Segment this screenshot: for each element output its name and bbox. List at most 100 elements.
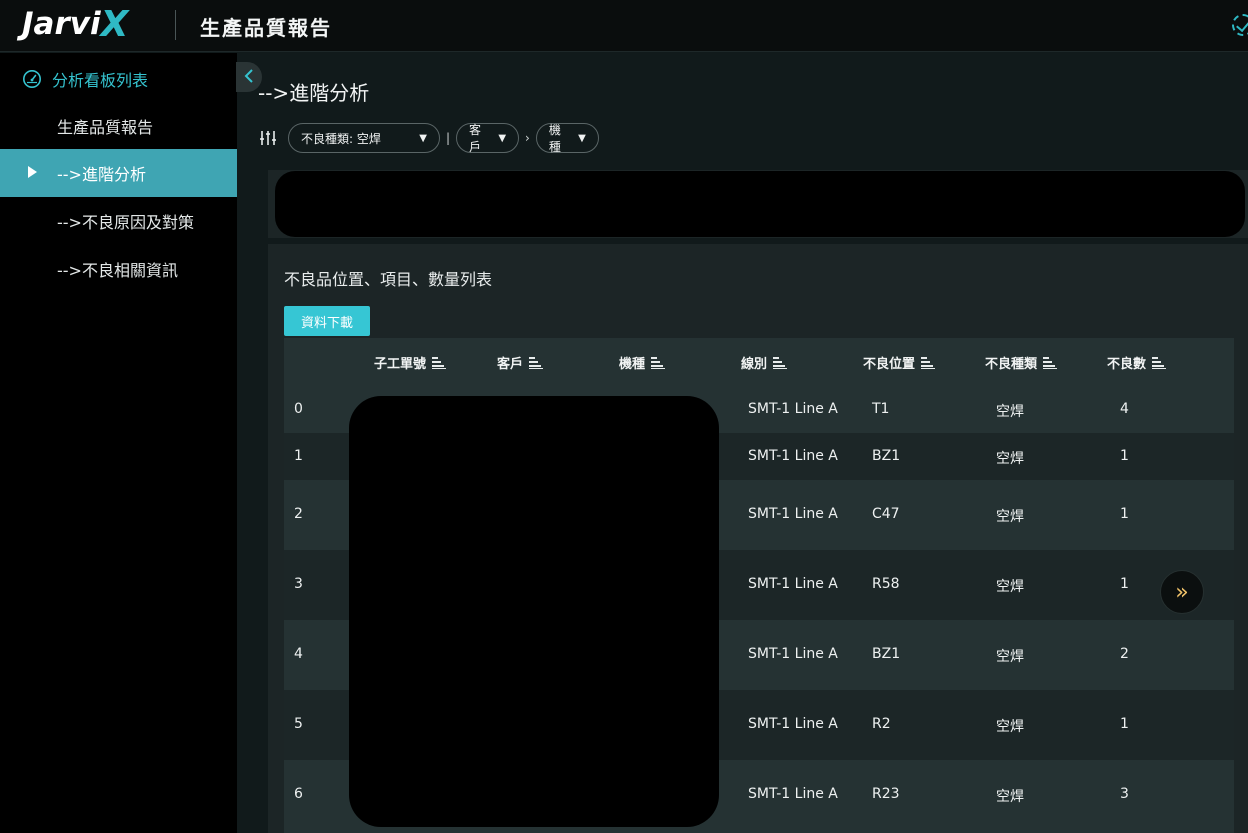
defect-type-filter[interactable]: 不良種類: 空焊 ▼ bbox=[288, 123, 440, 153]
column-header-model[interactable]: 機種 bbox=[619, 353, 666, 372]
column-header-line[interactable]: 線別 bbox=[741, 353, 788, 372]
column-header-label: 客戶 bbox=[497, 357, 524, 372]
cell-position: R23 bbox=[872, 786, 900, 802]
filter-chevron-separator: › bbox=[525, 131, 530, 145]
cell-count: 3 bbox=[1120, 786, 1129, 802]
redacted-block bbox=[349, 396, 719, 827]
sort-icon[interactable] bbox=[432, 356, 447, 369]
cell-defect-type: 空焊 bbox=[996, 451, 1024, 467]
filter-sliders-icon[interactable] bbox=[259, 129, 277, 147]
cell-line: SMT-1 Line A bbox=[748, 646, 838, 662]
customer-filter-label: 客戶 bbox=[469, 123, 482, 154]
cell-count: 4 bbox=[1120, 401, 1129, 417]
sort-icon[interactable] bbox=[773, 356, 788, 369]
model-filter-label: 機種 bbox=[548, 123, 561, 154]
cell-line: SMT-1 Line A bbox=[748, 506, 838, 522]
logo-text: Jarvi bbox=[22, 6, 101, 42]
cell-line: SMT-1 Line A bbox=[748, 401, 838, 417]
double-chevron-right-icon: » bbox=[1175, 579, 1189, 605]
defect-type-filter-label: 不良種類: 空焊 bbox=[301, 131, 381, 146]
cell-count: 2 bbox=[1120, 646, 1129, 662]
sidebar-heading[interactable]: 分析看板列表 bbox=[22, 67, 148, 91]
column-header-label: 不良數 bbox=[1107, 357, 1147, 372]
status-check-icon[interactable] bbox=[1232, 14, 1248, 36]
table-header: 子工單號 客戶 機種 線別 不良位置 不良種類 不良數 bbox=[284, 338, 1234, 386]
page-title: -->進階分析 bbox=[258, 81, 370, 105]
chevron-down-icon: ▼ bbox=[498, 132, 507, 144]
chevron-left-icon bbox=[244, 68, 254, 87]
sidebar-item-advanced-analysis[interactable]: -->進階分析 bbox=[0, 149, 237, 197]
cell-position: T1 bbox=[872, 401, 890, 417]
cell-defect-type: 空焊 bbox=[996, 579, 1024, 595]
cell-line: SMT-1 Line A bbox=[748, 576, 838, 592]
defect-table: 子工單號 客戶 機種 線別 不良位置 不良種類 不良數 0 SMT-1 Line… bbox=[284, 338, 1234, 833]
cell-position: BZ1 bbox=[872, 646, 901, 662]
column-header-customer[interactable]: 客戶 bbox=[497, 353, 544, 372]
sidebar-item-label: -->進階分析 bbox=[57, 165, 146, 184]
column-header-label: 機種 bbox=[619, 357, 646, 372]
model-filter[interactable]: 機種 ▼ bbox=[535, 123, 599, 154]
top-bar: Jarvi X 生產品質報告 bbox=[0, 0, 1248, 52]
sidebar-item-defect-info[interactable]: -->不良相關資訊 bbox=[0, 245, 237, 293]
card-title: 不良品位置、項目、數量列表 bbox=[284, 270, 493, 289]
column-header-defect-position[interactable]: 不良位置 bbox=[863, 353, 936, 372]
cell-count: 1 bbox=[1120, 576, 1129, 592]
header-divider bbox=[175, 10, 176, 40]
row-index: 1 bbox=[294, 448, 303, 464]
cell-defect-type: 空焊 bbox=[996, 649, 1024, 665]
chevron-down-icon: ▼ bbox=[419, 132, 427, 144]
cell-defect-type: 空焊 bbox=[996, 789, 1024, 805]
sidebar-heading-label: 分析看板列表 bbox=[52, 71, 149, 90]
sort-icon[interactable] bbox=[1152, 356, 1167, 369]
cell-line: SMT-1 Line A bbox=[748, 448, 838, 464]
cell-count: 1 bbox=[1120, 448, 1129, 464]
cell-count: 1 bbox=[1120, 716, 1129, 732]
sidebar-item-label: -->不良相關資訊 bbox=[57, 261, 178, 280]
row-index: 6 bbox=[294, 786, 303, 802]
cell-line: SMT-1 Line A bbox=[748, 786, 838, 802]
cell-position: C47 bbox=[872, 506, 900, 522]
row-index: 5 bbox=[294, 716, 303, 732]
customer-filter[interactable]: 客戶 ▼ bbox=[456, 123, 520, 154]
column-header-defect-count[interactable]: 不良數 bbox=[1107, 353, 1167, 372]
column-header-sub-work-order[interactable]: 子工單號 bbox=[374, 353, 447, 372]
download-data-button[interactable]: 資料下載 bbox=[284, 306, 370, 336]
sort-icon[interactable] bbox=[1043, 356, 1058, 369]
row-index: 3 bbox=[294, 576, 303, 592]
column-header-label: 不良種類 bbox=[985, 357, 1038, 372]
filter-separator: | bbox=[446, 131, 451, 145]
cell-position: BZ1 bbox=[872, 448, 901, 464]
cell-count: 1 bbox=[1120, 506, 1129, 522]
column-header-defect-type[interactable]: 不良種類 bbox=[985, 353, 1058, 372]
sort-icon[interactable] bbox=[651, 356, 666, 369]
expand-panel-button[interactable]: » bbox=[1160, 570, 1204, 614]
column-header-label: 不良位置 bbox=[863, 357, 916, 372]
chevron-down-icon: ▼ bbox=[578, 132, 586, 144]
summary-panel bbox=[268, 170, 1248, 238]
row-index: 4 bbox=[294, 646, 303, 662]
app-title: 生產品質報告 bbox=[200, 16, 332, 40]
main-content: -->進階分析 不良種類: 空焊 ▼ | 客戶 ▼ › 機種 ▼ 不良品位置、項… bbox=[237, 53, 1248, 833]
filter-bar: 不良種類: 空焊 ▼ | 客戶 ▼ › 機種 ▼ bbox=[259, 123, 599, 154]
defect-list-card: 不良品位置、項目、數量列表 資料下載 子工單號 客戶 機種 線別 不良位置 不良… bbox=[268, 244, 1248, 833]
sort-icon[interactable] bbox=[921, 356, 936, 369]
sidebar-item-label: -->不良原因及對策 bbox=[57, 213, 194, 232]
column-header-label: 子工單號 bbox=[374, 357, 427, 372]
active-arrow-icon bbox=[28, 166, 37, 178]
redacted-panel bbox=[275, 171, 1245, 237]
sort-icon[interactable] bbox=[529, 356, 544, 369]
jarvix-logo[interactable]: Jarvi X bbox=[22, 3, 129, 45]
logo-x: X bbox=[100, 3, 129, 45]
row-index: 2 bbox=[294, 506, 303, 522]
sidebar-item-label: 生產品質報告 bbox=[57, 118, 154, 137]
row-index: 0 bbox=[294, 401, 303, 417]
sidebar-item-quality-report[interactable]: 生產品質報告 bbox=[0, 102, 237, 150]
column-header-label: 線別 bbox=[741, 357, 768, 372]
cell-position: R58 bbox=[872, 576, 900, 592]
dashboard-gauge-icon bbox=[22, 69, 42, 89]
sidebar-item-defect-causes[interactable]: -->不良原因及對策 bbox=[0, 197, 237, 245]
cell-defect-type: 空焊 bbox=[996, 404, 1024, 420]
sidebar: 分析看板列表 生產品質報告 -->進階分析 -->不良原因及對策 -->不良相關… bbox=[0, 53, 237, 833]
cell-defect-type: 空焊 bbox=[996, 719, 1024, 735]
cell-defect-type: 空焊 bbox=[996, 509, 1024, 525]
